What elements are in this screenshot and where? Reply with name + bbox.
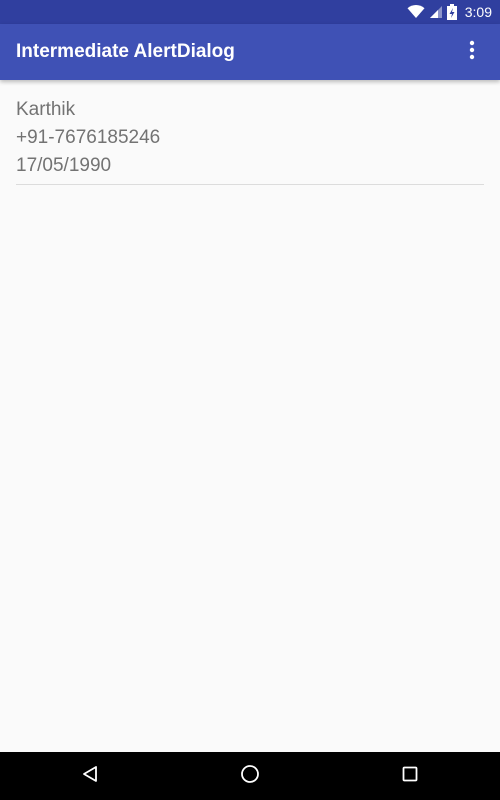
- contact-name: Karthik: [16, 99, 76, 120]
- status-icons: 3:09: [407, 0, 492, 24]
- overflow-menu-button[interactable]: [452, 32, 492, 72]
- recents-button[interactable]: [380, 752, 440, 800]
- back-button[interactable]: [60, 752, 120, 800]
- contact-list: Karthik +91-7676185246 17/05/1990: [16, 80, 484, 185]
- contact-phone: +91-7676185246: [16, 127, 161, 148]
- more-vert-icon: [469, 40, 475, 65]
- recents-icon: [402, 766, 418, 787]
- home-button[interactable]: [220, 752, 280, 800]
- back-icon: [81, 765, 99, 788]
- signal-icon: [429, 5, 443, 19]
- status-time: 3:09: [464, 4, 492, 20]
- app-screen: 3:09 Intermediate AlertDialog Karthik +9…: [0, 0, 500, 800]
- app-title: Intermediate AlertDialog: [16, 41, 235, 62]
- wifi-icon: [407, 5, 425, 19]
- app-bar: Intermediate AlertDialog: [0, 24, 500, 80]
- contact-dob: 17/05/1990: [16, 155, 112, 176]
- status-bar: 3:09: [0, 0, 500, 24]
- home-icon: [240, 764, 260, 789]
- list-item[interactable]: Karthik +91-7676185246 17/05/1990: [16, 80, 484, 185]
- navigation-bar: [0, 752, 500, 800]
- battery-charging-icon: [446, 4, 457, 20]
